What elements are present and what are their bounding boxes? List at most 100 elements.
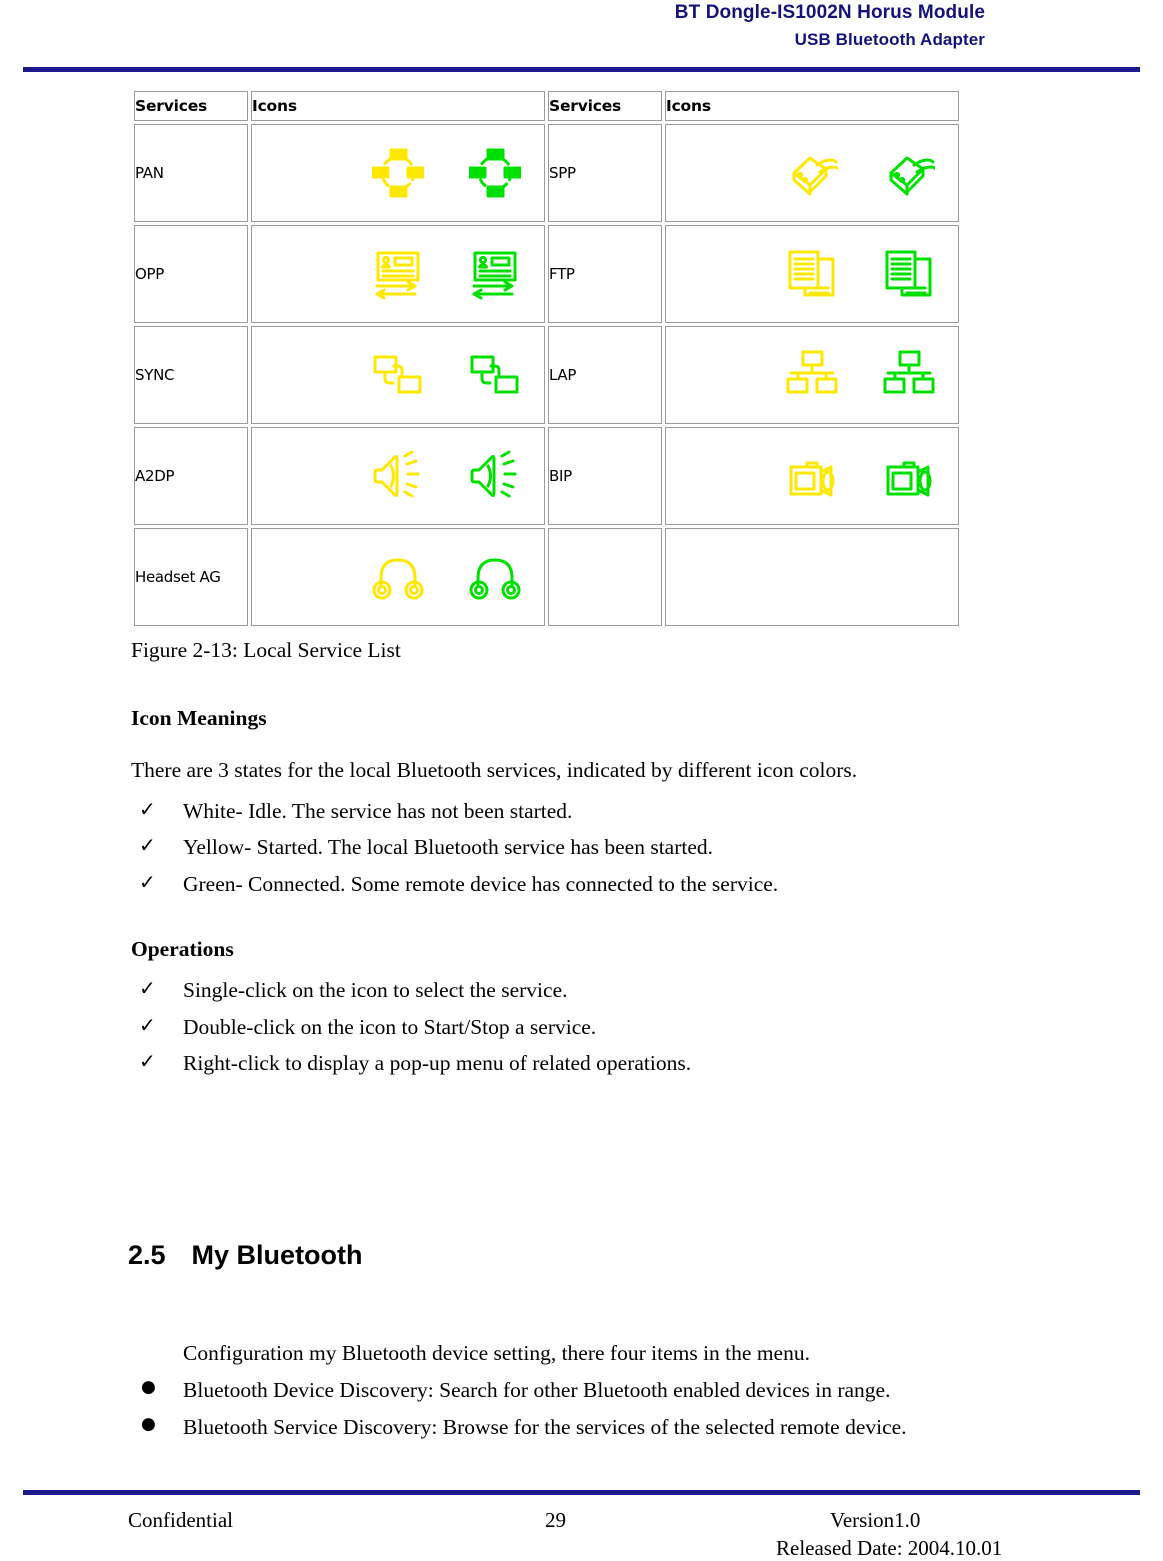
list-item-label: Bluetooth Device Discovery: Search for o… — [183, 1377, 891, 1402]
operations-heading: Operations — [131, 937, 234, 962]
list-item-label: Bluetooth Service Discovery: Browse for … — [183, 1414, 907, 1439]
service-name-cell: PAN — [134, 124, 248, 222]
footer-page-number: 29 — [545, 1508, 566, 1532]
section-heading: 2.5 My Bluetooth — [128, 1240, 363, 1271]
check-icon: ✓ — [139, 975, 156, 1000]
service-name-cell: SPP — [548, 124, 662, 222]
column-header-icons: Icons — [251, 91, 545, 121]
icon-meaning-item: ✓ Yellow- Started. The local Bluetooth se… — [131, 833, 1011, 861]
section-intro: Configuration my Bluetooth device settin… — [183, 1341, 810, 1365]
ftp-icon[interactable] — [883, 248, 935, 300]
service-name-cell: BIP — [548, 427, 662, 525]
service-icons-cell[interactable] — [251, 225, 545, 323]
service-icons-cell[interactable] — [665, 225, 959, 323]
service-icons-cell — [665, 528, 959, 626]
sync-icon[interactable] — [469, 349, 521, 401]
section-body: Configuration my Bluetooth device settin… — [131, 1340, 1011, 1451]
check-icon: ✓ — [139, 1049, 156, 1074]
operation-item: ✓ Right-click to display a pop-up menu of… — [131, 1049, 1011, 1077]
service-name-cell: SYNC — [134, 326, 248, 424]
service-icons-cell[interactable] — [665, 427, 959, 525]
list-item-label: Single-click on the icon to select the s… — [183, 977, 568, 1002]
section-bullet-list: ● Bluetooth Device Discovery: Search for … — [131, 1377, 1011, 1441]
sync-icon[interactable] — [275, 349, 327, 401]
pan-icon[interactable] — [469, 147, 522, 199]
footer-released-date: Released Date: 2004.10.01 — [776, 1536, 1003, 1560]
a2dp-icon[interactable] — [372, 450, 424, 502]
table-row: A2DP BIP — [134, 427, 959, 525]
lap-icon[interactable] — [883, 349, 935, 401]
ftp-icon[interactable] — [786, 248, 838, 300]
lap-icon[interactable] — [786, 349, 838, 401]
column-header-services: Services — [548, 91, 662, 121]
bullet-icon: ● — [141, 1413, 156, 1434]
icon-meaning-item: ✓ Green- Connected. Some remote device ha… — [131, 870, 1011, 898]
header-rule — [23, 67, 1140, 72]
bullet-icon: ● — [141, 1376, 156, 1397]
service-icons-cell[interactable] — [665, 124, 959, 222]
pan-icon[interactable] — [371, 147, 424, 199]
ftp-icon[interactable] — [689, 248, 741, 300]
check-icon: ✓ — [139, 796, 156, 821]
operations-list: ✓ Single-click on the icon to select the … — [131, 975, 1011, 1078]
section-list-item: ● Bluetooth Device Discovery: Search for … — [131, 1377, 1011, 1404]
icon-meanings-heading: Icon Meanings — [131, 705, 267, 730]
spp-icon[interactable] — [689, 147, 741, 199]
sync-icon[interactable] — [372, 349, 424, 401]
operation-item: ✓ Double-click on the icon to Start/Stop … — [131, 1012, 1011, 1041]
service-icons-cell[interactable] — [251, 427, 545, 525]
check-icon: ✓ — [139, 870, 156, 895]
icon-meanings-list: ✓ White- Idle. The service has not been s… — [131, 796, 1011, 899]
table-row: PAN SPP — [134, 124, 959, 222]
service-name-cell: Headset AG — [134, 528, 248, 626]
figure-body-text: Figure 2-13: Local Service List Icon Mea… — [131, 638, 1011, 1087]
column-header-icons: Icons — [665, 91, 959, 121]
figure-caption: Figure 2-13: Local Service List — [131, 638, 401, 662]
service-icons-cell[interactable] — [251, 326, 545, 424]
bip-icon[interactable] — [883, 450, 935, 502]
spp-icon[interactable] — [883, 147, 936, 199]
headset-icon[interactable] — [372, 551, 424, 603]
a2dp-icon[interactable] — [469, 450, 521, 502]
list-item-label: Yellow- Started. The local Bluetooth ser… — [183, 835, 714, 860]
service-icons-cell[interactable] — [665, 326, 959, 424]
headset-icon[interactable] — [275, 551, 327, 603]
table-header-row: Services Icons Services Icons — [134, 91, 959, 121]
footer-confidential: Confidential — [128, 1508, 233, 1532]
list-item-label: Double-click on the icon to Start/Stop a… — [183, 1014, 597, 1039]
list-item-label: White- Idle. The service has not been st… — [183, 798, 573, 823]
service-icons-cell[interactable] — [251, 528, 545, 626]
check-icon: ✓ — [139, 833, 156, 858]
header-product-title: BT Dongle-IS1002N Horus Module — [674, 2, 985, 23]
icon-meaning-item: ✓ White- Idle. The service has not been s… — [131, 796, 1011, 825]
service-name-cell: OPP — [134, 225, 248, 323]
section-number: 2.5 — [128, 1240, 166, 1270]
table-row: OPP FTP — [134, 225, 959, 323]
lap-icon[interactable] — [689, 349, 741, 401]
spp-icon[interactable] — [786, 147, 838, 199]
check-icon: ✓ — [139, 1012, 156, 1037]
service-name-cell: A2DP — [134, 427, 248, 525]
service-icons-cell[interactable] — [251, 124, 545, 222]
header-product-subtitle: USB Bluetooth Adapter — [794, 30, 985, 49]
opp-icon[interactable] — [372, 248, 424, 300]
icon-meanings-intro: There are 3 states for the local Bluetoo… — [131, 758, 858, 782]
bip-icon[interactable] — [786, 450, 838, 502]
opp-icon[interactable] — [275, 248, 327, 300]
opp-icon[interactable] — [469, 248, 521, 300]
table-row: SYNC LAP — [134, 326, 959, 424]
section-list-item: ● Bluetooth Service Discovery: Browse for… — [131, 1414, 1011, 1441]
footer-rule — [23, 1490, 1140, 1495]
headset-icon[interactable] — [469, 551, 521, 603]
service-name-cell: LAP — [548, 326, 662, 424]
service-name-cell: FTP — [548, 225, 662, 323]
table-row: Headset AG — [134, 528, 959, 626]
service-name-cell — [548, 528, 662, 626]
local-service-list-table: Services Icons Services Icons PAN SPP OPP FTP SY… — [131, 88, 959, 638]
pan-icon[interactable] — [274, 147, 327, 199]
list-item-label: Green- Connected. Some remote device has… — [183, 872, 779, 897]
footer-version: Version1.0 — [830, 1508, 921, 1532]
bip-icon[interactable] — [689, 450, 741, 502]
column-header-services: Services — [134, 91, 248, 121]
a2dp-icon[interactable] — [275, 450, 327, 502]
